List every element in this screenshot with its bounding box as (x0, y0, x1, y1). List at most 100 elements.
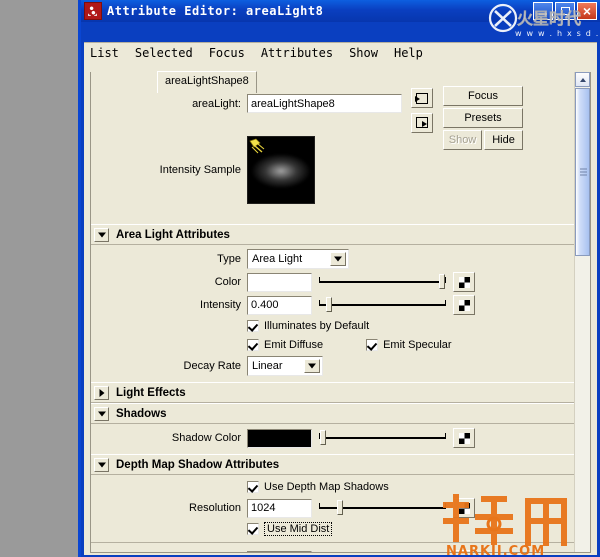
section-header-area-light-attributes[interactable]: Area Light Attributes (91, 224, 574, 245)
decay-rate-row: Decay Rate Linear (91, 355, 574, 377)
section-title-shadows: Shadows (116, 407, 167, 420)
type-row: Type Area Light (91, 248, 574, 270)
checker-map-icon (459, 277, 470, 288)
intensity-sample-row: Intensity Sample (91, 136, 315, 204)
emit-specular-label: Emit Specular (383, 339, 452, 351)
attribute-editor-window: Attribute Editor: areaLight8 List Select… (78, 0, 600, 557)
light-bulb-icon (249, 138, 265, 154)
window-title: Attribute Editor: areaLight8 (107, 4, 324, 18)
section-body-shadows: Shadow Color (91, 424, 574, 454)
checker-map-icon-intensity (459, 300, 470, 311)
color-slider-track (319, 277, 446, 283)
checker-map-icon-shadow (459, 433, 470, 444)
twisty-down-icon-area-light[interactable] (94, 227, 109, 242)
section-header-shadows[interactable]: Shadows (91, 403, 574, 424)
tab-arealightshape8[interactable]: areaLightShape8 (157, 71, 257, 93)
window-controls (533, 2, 597, 20)
filter-size-slider[interactable] (319, 551, 446, 553)
color-slider[interactable] (319, 273, 446, 291)
shadow-color-slider-thumb[interactable] (320, 430, 326, 445)
use-depth-map-shadows-checkbox[interactable] (247, 481, 259, 493)
use-depth-map-shadows-row: Use Depth Map Shadows (91, 478, 574, 496)
intensity-map-button[interactable] (453, 295, 475, 315)
filter-size-row: Filter Size (91, 549, 574, 553)
resolution-input[interactable] (247, 498, 312, 518)
menu-selected[interactable]: Selected (135, 46, 193, 60)
emit-diffuse-label: Emit Diffuse (264, 339, 324, 351)
node-name-input[interactable] (247, 94, 402, 113)
use-mid-dist-row: Use Mid Dist (91, 520, 574, 538)
type-label: Type (217, 253, 241, 265)
shadow-color-slider-track (319, 433, 446, 439)
scroll-content: areaLight: Focus (91, 72, 574, 552)
decay-rate-label: Decay Rate (183, 360, 241, 372)
emit-row: Emit Diffuse Emit Specular (91, 336, 574, 354)
show-button: Show (443, 130, 482, 150)
maya-app-icon (84, 2, 102, 20)
intensity-sample-glow (252, 154, 310, 189)
shadow-color-slider[interactable] (319, 429, 446, 447)
scrollbar-grip (580, 168, 587, 176)
resolution-map-button[interactable] (453, 498, 475, 518)
scroll-up-arrow-icon[interactable] (575, 72, 590, 87)
illuminates-by-default-checkbox[interactable] (247, 320, 259, 332)
divider (91, 542, 574, 543)
section-title-area-light-attributes: Area Light Attributes (116, 228, 230, 241)
vertical-scrollbar[interactable] (574, 72, 590, 552)
checker-map-icon-resolution (459, 503, 470, 514)
title-bar: Attribute Editor: areaLight8 (81, 0, 600, 22)
twisty-right-icon-light-effects[interactable] (94, 385, 109, 400)
chevron-down-icon-type[interactable] (330, 252, 346, 266)
intensity-slider-thumb[interactable] (326, 297, 332, 312)
twisty-down-icon-depth-map[interactable] (94, 457, 109, 472)
color-map-button[interactable] (453, 272, 475, 292)
shadow-color-swatch[interactable] (247, 428, 312, 448)
menu-focus[interactable]: Focus (209, 46, 245, 60)
scrollbar-thumb[interactable] (575, 88, 590, 256)
color-row: Color (91, 271, 574, 293)
use-mid-dist-checkbox[interactable] (247, 523, 259, 535)
decay-rate-dropdown[interactable]: Linear (247, 356, 323, 376)
chevron-down-icon-decay[interactable] (304, 359, 320, 373)
color-swatch[interactable] (247, 272, 312, 292)
maximize-button[interactable] (555, 2, 575, 20)
intensity-slider-track (319, 300, 446, 306)
intensity-sample-label: Intensity Sample (159, 164, 241, 176)
emit-diffuse-checkbox[interactable] (247, 339, 259, 351)
node-name-label: areaLight: (192, 97, 241, 110)
arrow-into-box-icon[interactable] (411, 88, 433, 108)
filter-size-map-button[interactable] (453, 550, 475, 552)
resolution-slider-thumb[interactable] (337, 500, 343, 515)
menu-attributes[interactable]: Attributes (261, 46, 333, 60)
intensity-row: Intensity (91, 294, 574, 316)
shadow-color-map-button[interactable] (453, 428, 475, 448)
close-button[interactable] (577, 2, 597, 20)
section-header-light-effects[interactable]: Light Effects (91, 382, 574, 403)
menu-show[interactable]: Show (349, 46, 378, 60)
presets-button[interactable]: Presets (443, 108, 523, 128)
color-slider-thumb[interactable] (439, 274, 445, 289)
shadow-color-row: Shadow Color (91, 427, 574, 449)
minimize-button[interactable] (533, 2, 553, 20)
intensity-input[interactable] (247, 295, 312, 315)
menu-help[interactable]: Help (394, 46, 423, 60)
menu-bar: List Selected Focus Attributes Show Help (84, 43, 597, 64)
menu-list[interactable]: List (90, 46, 119, 60)
resolution-slider[interactable] (319, 499, 446, 517)
twisty-down-icon-shadows[interactable] (94, 406, 109, 421)
emit-specular-checkbox[interactable] (366, 339, 379, 351)
screen: Attribute Editor: areaLight8 List Select… (0, 0, 600, 557)
node-header-area: areaLight: Focus (91, 72, 574, 224)
node-nav-buttons (411, 88, 433, 133)
arrow-out-of-box-icon[interactable] (411, 112, 433, 133)
filter-size-slider-thumb[interactable] (345, 552, 351, 553)
intensity-sample-swatch[interactable] (247, 136, 315, 204)
focus-button[interactable]: Focus (443, 86, 523, 106)
type-value: Area Light (252, 253, 303, 265)
section-title-depth-map-shadow-attributes: Depth Map Shadow Attributes (116, 458, 280, 471)
hide-button[interactable]: Hide (484, 130, 523, 150)
type-dropdown[interactable]: Area Light (247, 249, 349, 269)
intensity-slider[interactable] (319, 296, 446, 314)
filter-size-input[interactable] (247, 550, 312, 552)
section-header-depth-map-shadow-attributes[interactable]: Depth Map Shadow Attributes (91, 454, 574, 475)
